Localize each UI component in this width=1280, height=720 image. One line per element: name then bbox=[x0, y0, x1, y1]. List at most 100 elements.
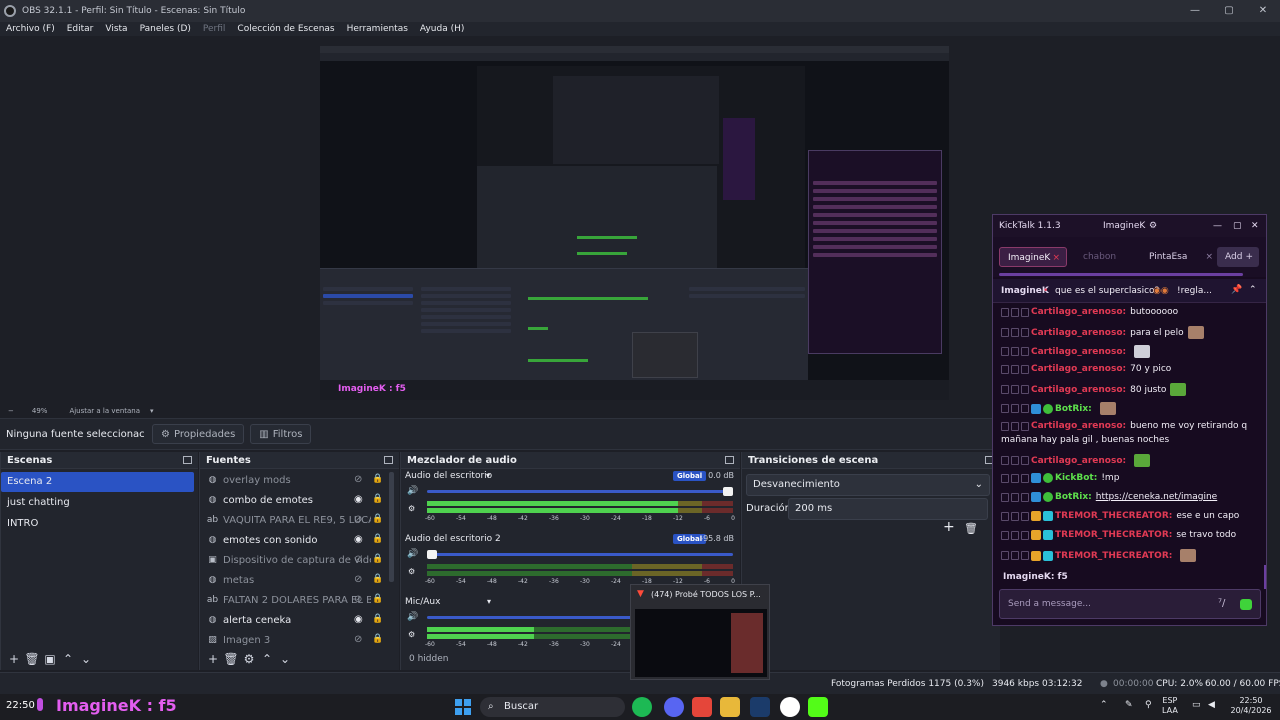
source-item[interactable]: ◍ alerta ceneka ◉ 🔒 bbox=[200, 610, 399, 630]
mod-action-icon[interactable] bbox=[1001, 551, 1009, 560]
move-down-button[interactable]: ⌄ bbox=[77, 652, 95, 666]
lock-icon[interactable]: 🔒 bbox=[372, 634, 383, 644]
chat-message[interactable]: TREMOR_THECREATOR: bbox=[1001, 549, 1197, 562]
mod-action-icon[interactable] bbox=[1001, 473, 1009, 483]
speaker-icon[interactable]: 🔊 bbox=[407, 612, 418, 622]
chevron-down-icon[interactable]: ▾ bbox=[487, 597, 491, 606]
mod-action-icon[interactable] bbox=[1011, 307, 1019, 317]
chat-username[interactable]: Cartilago_arenoso: bbox=[1031, 385, 1126, 395]
kick-icon[interactable] bbox=[808, 697, 828, 717]
chat-username[interactable]: Cartilago_arenoso: bbox=[1031, 307, 1126, 317]
chat-username[interactable]: TREMOR_THECREATOR: bbox=[1055, 530, 1172, 540]
pin-icon[interactable]: 📌 bbox=[1231, 285, 1242, 295]
mod-action-icon[interactable] bbox=[1001, 511, 1009, 521]
lock-icon[interactable]: 🔒 bbox=[372, 614, 383, 624]
discord-icon[interactable] bbox=[664, 697, 684, 717]
steam-icon[interactable] bbox=[750, 697, 770, 717]
chat-message[interactable]: Cartilago_arenoso: bbox=[1001, 454, 1151, 467]
volume-icon[interactable]: ◀ bbox=[1208, 700, 1215, 710]
maximize-button[interactable]: ▢ bbox=[1212, 0, 1246, 22]
mod-action-icon[interactable] bbox=[1021, 456, 1029, 465]
mod-action-icon[interactable] bbox=[1021, 530, 1029, 540]
scene-item[interactable]: INTRO bbox=[1, 514, 194, 534]
add-tab-button[interactable]: Add + bbox=[1217, 247, 1259, 267]
mod-action-icon[interactable] bbox=[1021, 404, 1029, 413]
menu-ayuda[interactable]: Ayuda (H) bbox=[420, 24, 464, 34]
mod-action-icon[interactable] bbox=[1001, 328, 1009, 337]
hidden-count[interactable]: 0 hidden bbox=[409, 654, 448, 664]
kicktalk-window[interactable]: KickTalk 1.1.3 ImagineK ⚙ — ▢ ✕ ImagineK… bbox=[992, 214, 1267, 626]
mod-action-icon[interactable] bbox=[1021, 347, 1029, 356]
mod-action-icon[interactable] bbox=[1021, 473, 1029, 483]
chat-message[interactable]: mañana hay pala gil , buenas noches bbox=[1001, 435, 1169, 445]
scene-item[interactable]: just chatting bbox=[1, 493, 194, 513]
kicktalk-account[interactable]: ImagineK bbox=[1103, 221, 1145, 231]
eye-off-icon[interactable]: ⊘ bbox=[354, 514, 362, 525]
mod-action-icon[interactable] bbox=[1001, 307, 1009, 317]
mod-action-icon[interactable] bbox=[1011, 551, 1019, 560]
source-properties-button[interactable]: ⚙ bbox=[240, 652, 258, 666]
chat-message[interactable]: Cartilago_arenoso: 80 justo bbox=[1001, 383, 1187, 396]
chat-username[interactable]: TREMOR_THECREATOR: bbox=[1055, 511, 1172, 521]
eye-off-icon[interactable]: ⊘ bbox=[354, 634, 362, 645]
mod-action-icon[interactable] bbox=[1021, 364, 1029, 374]
volume-knob[interactable] bbox=[427, 550, 437, 559]
move-up-button[interactable]: ⌃ bbox=[258, 652, 276, 666]
sources-scrollbar[interactable] bbox=[389, 472, 394, 582]
chat-tab[interactable]: PintaEsa × bbox=[1141, 247, 1213, 267]
menu-editar[interactable]: Editar bbox=[67, 24, 94, 34]
remove-source-button[interactable]: 🗑 bbox=[222, 652, 240, 666]
menu-vista[interactable]: Vista bbox=[105, 24, 127, 34]
mod-action-icon[interactable] bbox=[1011, 404, 1019, 413]
mod-action-icon[interactable] bbox=[1001, 530, 1009, 540]
source-item[interactable]: ◍ combo de emotes ◉ 🔒 bbox=[200, 490, 399, 510]
chat-tab[interactable]: ImagineK × bbox=[999, 247, 1067, 267]
eye-icon[interactable]: ◉ bbox=[354, 614, 363, 625]
mod-action-icon[interactable] bbox=[1021, 421, 1029, 431]
chat-username[interactable]: KickBot: bbox=[1055, 473, 1097, 483]
volume-slider[interactable] bbox=[427, 550, 733, 559]
chat-username[interactable]: Cartilago_arenoso: bbox=[1031, 364, 1126, 374]
mod-action-icon[interactable] bbox=[1001, 456, 1009, 465]
mod-action-icon[interactable] bbox=[1011, 530, 1019, 540]
chat-message[interactable]: TREMOR_THECREATOR: ese e un capo bbox=[1001, 511, 1239, 521]
volume-slider[interactable] bbox=[427, 487, 733, 496]
source-item[interactable]: ◍ overlay mods ⊘ 🔒 bbox=[200, 470, 399, 490]
mod-action-icon[interactable] bbox=[1011, 511, 1019, 521]
mod-action-icon[interactable] bbox=[1011, 385, 1019, 394]
lock-icon[interactable]: 🔒 bbox=[372, 514, 383, 524]
close-tab-icon[interactable]: × bbox=[1205, 247, 1213, 267]
zoom-dropdown-icon[interactable]: ▾ bbox=[150, 407, 154, 415]
volume-knob[interactable] bbox=[723, 487, 733, 496]
spotify-icon[interactable] bbox=[632, 697, 652, 717]
mod-action-icon[interactable] bbox=[1001, 347, 1009, 356]
menu-herramientas[interactable]: Herramientas bbox=[347, 24, 408, 34]
chat-username[interactable]: BotRix: bbox=[1055, 404, 1092, 414]
source-item[interactable]: ab FALTAN 2 DOLARES PARA EL BLA ⊘ 🔒 bbox=[200, 590, 399, 610]
chat-scrollbar[interactable] bbox=[1264, 565, 1266, 589]
windows-start-icon[interactable] bbox=[455, 699, 471, 715]
mod-action-icon[interactable] bbox=[1001, 421, 1009, 431]
add-transition-button[interactable]: + bbox=[943, 519, 955, 535]
eye-off-icon[interactable]: ⊘ bbox=[354, 594, 362, 605]
chat-message[interactable]: Cartilago_arenoso: bueno me voy retirando… bbox=[1001, 421, 1247, 431]
menu-perfil[interactable]: Perfil bbox=[203, 24, 226, 34]
source-item[interactable]: ab VAQUITA PARA EL RE9, 5 LUCAS=⊘ 🔒 bbox=[200, 510, 399, 530]
transition-select[interactable]: Desvanecimiento ⌄ bbox=[746, 474, 990, 496]
folder-icon[interactable] bbox=[720, 697, 740, 717]
eye-off-icon[interactable]: ⊘ bbox=[354, 574, 362, 585]
chat-input[interactable]: Send a message... ⁷/ bbox=[999, 589, 1261, 619]
tray-pen-icon[interactable]: ✎ bbox=[1125, 700, 1133, 710]
chat-message[interactable]: KickBot: !mp bbox=[1001, 473, 1119, 483]
close-icon[interactable]: ✕ bbox=[1251, 221, 1259, 231]
source-item[interactable]: ◍ metas ⊘ 🔒 bbox=[200, 570, 399, 590]
undock-icon[interactable] bbox=[183, 456, 192, 464]
mod-action-icon[interactable] bbox=[1021, 385, 1029, 394]
collapse-icon[interactable]: ⌃ bbox=[1249, 285, 1257, 295]
minimize-button[interactable]: — bbox=[1178, 0, 1212, 22]
lock-icon[interactable]: 🔒 bbox=[372, 594, 383, 604]
lock-icon[interactable]: 🔒 bbox=[372, 574, 383, 584]
close-button[interactable]: ✕ bbox=[1246, 0, 1280, 22]
channel-settings-icon[interactable]: ⚙ bbox=[408, 504, 415, 513]
chat-message[interactable]: Cartilago_arenoso: bbox=[1001, 345, 1151, 358]
